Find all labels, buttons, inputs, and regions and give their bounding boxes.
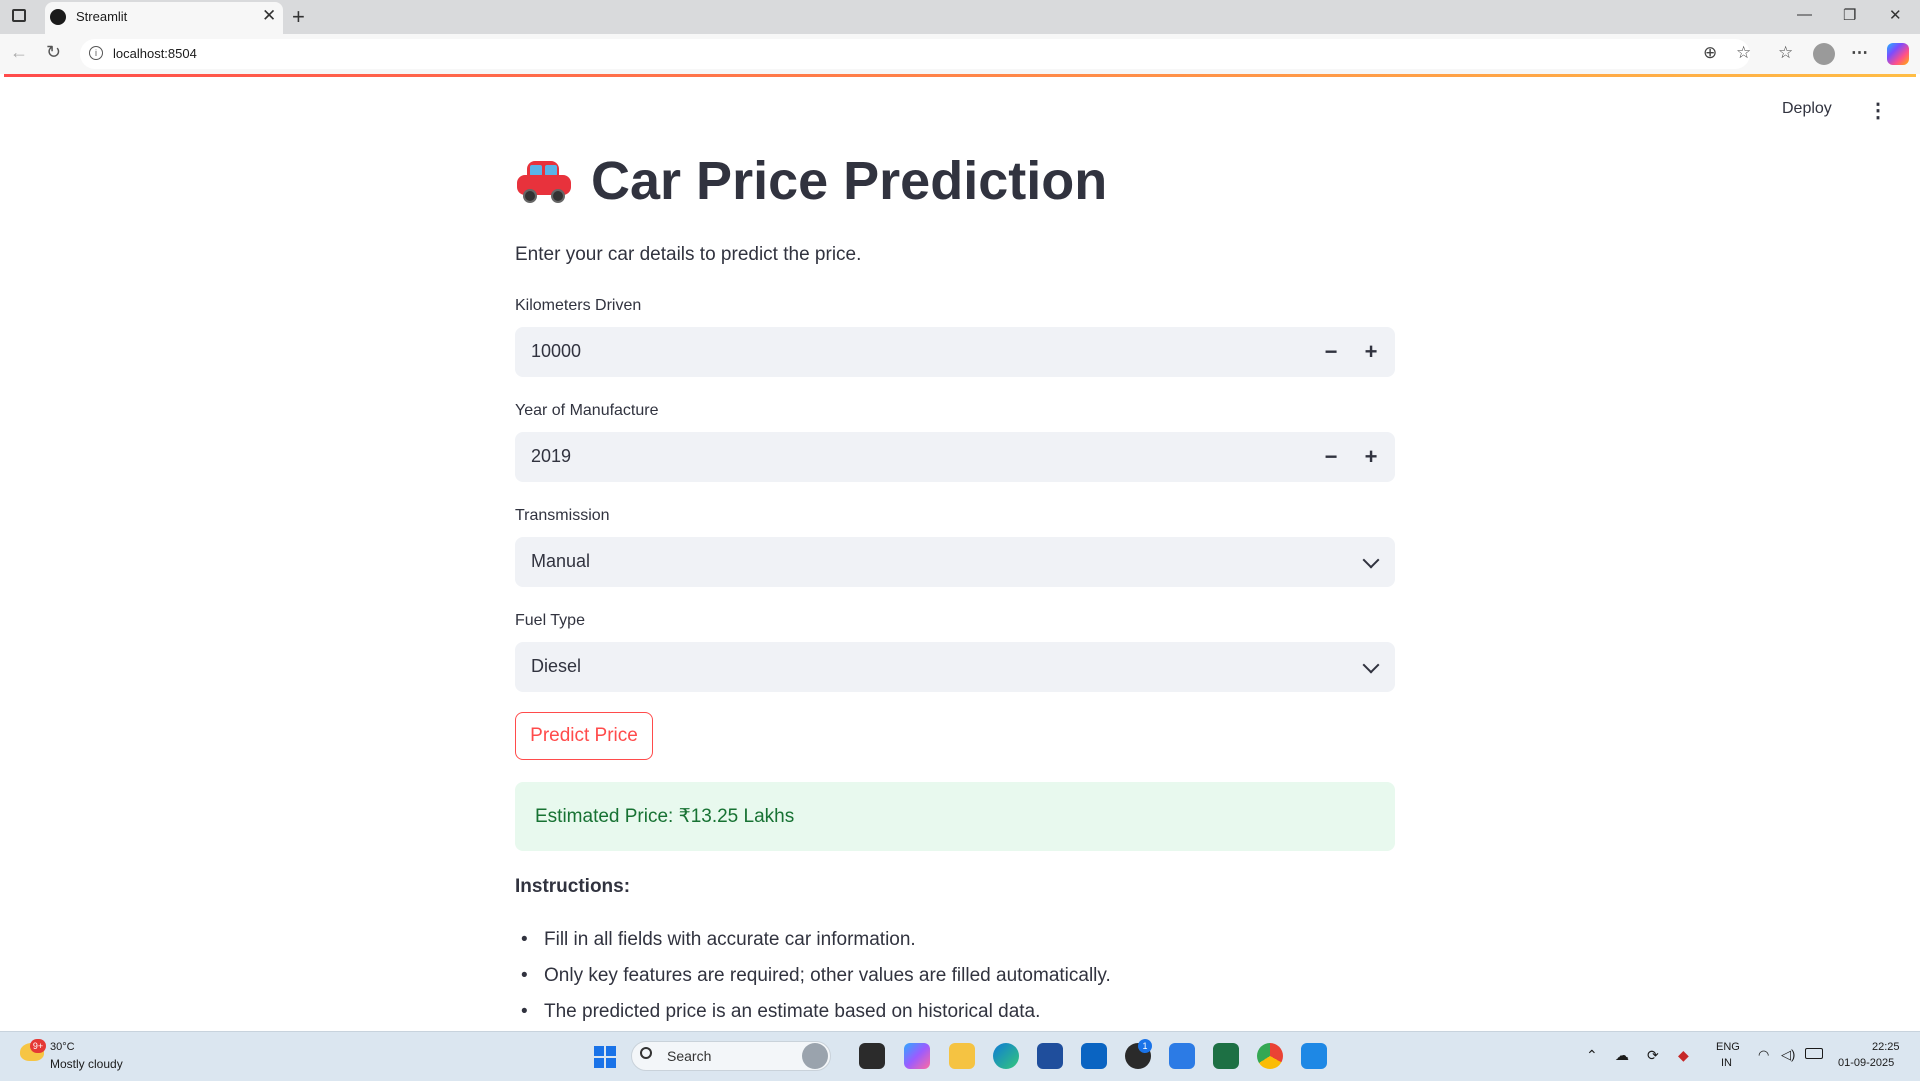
favorites-icon[interactable]: ☆: [1778, 43, 1793, 63]
clock-date[interactable]: 01-09-2025: [1838, 1057, 1894, 1069]
start-button[interactable]: [594, 1046, 616, 1068]
url-text: localhost:8504: [113, 46, 197, 61]
bullet-icon: •: [521, 965, 528, 986]
fuel-type-label: Fuel Type: [515, 612, 585, 629]
onedrive-icon[interactable]: ☁: [1615, 1047, 1629, 1064]
transmission-label: Transmission: [515, 507, 610, 524]
clock-time[interactable]: 22:25: [1872, 1041, 1900, 1053]
weather-badge: 9+: [30, 1039, 46, 1053]
notepad-icon[interactable]: [1169, 1043, 1195, 1069]
weather-temperature[interactable]: 30°C: [50, 1041, 75, 1053]
year-decrement-button[interactable]: −: [1317, 442, 1345, 472]
chevron-down-icon: [1362, 656, 1380, 674]
battery-icon[interactable]: [1805, 1048, 1823, 1059]
more-icon[interactable]: ⋯: [1851, 43, 1868, 63]
copilot-app-icon[interactable]: [904, 1043, 930, 1069]
instruction-item: The predicted price is an estimate based…: [544, 1001, 1041, 1022]
estimated-price-text: Estimated Price: ₹13.25 Lakhs: [535, 806, 795, 827]
task-view-icon[interactable]: [859, 1043, 885, 1069]
km-decrement-button[interactable]: −: [1317, 337, 1345, 367]
chevron-down-icon: [1362, 551, 1380, 569]
search-highlight-icon[interactable]: [802, 1043, 828, 1069]
instructions-heading: Instructions:: [515, 876, 631, 897]
success-alert: Estimated Price: ₹13.25 Lakhs: [515, 782, 1395, 851]
vscode-icon[interactable]: [1301, 1043, 1327, 1069]
edge-icon[interactable]: [993, 1043, 1019, 1069]
close-window-icon[interactable]: ✕: [1889, 6, 1902, 24]
url-input[interactable]: [80, 39, 1750, 69]
instruction-item: Fill in all fields with accurate car inf…: [544, 929, 916, 950]
sync-icon[interactable]: ⟳: [1647, 1047, 1659, 1064]
instruction-item: Only key features are required; other va…: [544, 965, 1111, 986]
restore-icon[interactable]: ❐: [1843, 6, 1856, 24]
zoom-icon[interactable]: ⊕: [1703, 43, 1717, 63]
car-icon: [515, 159, 573, 203]
whatsapp-badge: 1: [1138, 1039, 1152, 1053]
reload-icon[interactable]: ↻: [46, 42, 61, 63]
file-explorer-icon[interactable]: [949, 1043, 975, 1069]
weather-description[interactable]: Mostly cloudy: [50, 1057, 123, 1071]
language-code[interactable]: ENG: [1716, 1041, 1740, 1053]
chevron-up-icon[interactable]: ⌃: [1586, 1047, 1598, 1064]
tab-title: Streamlit: [76, 9, 128, 24]
bullet-icon: •: [521, 1001, 528, 1022]
volume-icon[interactable]: ◁): [1781, 1047, 1795, 1063]
km-driven-input[interactable]: 10000 − +: [515, 327, 1395, 377]
year-increment-button[interactable]: +: [1357, 442, 1385, 472]
browser-tab-strip: [0, 0, 1920, 34]
page-subtitle: Enter your car details to predict the pr…: [515, 244, 862, 265]
year-input[interactable]: 2019 − +: [515, 432, 1395, 482]
search-icon: [640, 1047, 652, 1059]
favorite-star-icon[interactable]: ☆: [1736, 43, 1751, 63]
fuel-type-value: Diesel: [531, 656, 582, 676]
back-icon[interactable]: ←: [10, 42, 28, 63]
streamlit-favicon-icon: [50, 9, 66, 25]
page-title-text: Car Price Prediction: [591, 151, 1108, 211]
site-info-icon[interactable]: i: [89, 46, 103, 60]
store-icon[interactable]: [1037, 1043, 1063, 1069]
bullet-icon: •: [521, 929, 528, 950]
taskbar-search-placeholder: Search: [667, 1048, 712, 1064]
excel-icon[interactable]: [1213, 1043, 1239, 1069]
outlook-icon[interactable]: [1081, 1043, 1107, 1069]
km-driven-label: Kilometers Driven: [515, 297, 642, 314]
transmission-value: Manual: [531, 551, 591, 571]
year-value: 2019: [531, 446, 572, 466]
region-code[interactable]: IN: [1721, 1057, 1732, 1069]
taskbar-search[interactable]: [631, 1041, 831, 1071]
year-label: Year of Manufacture: [515, 402, 659, 419]
chrome-icon[interactable]: [1257, 1043, 1283, 1069]
tab-actions-icon[interactable]: [12, 9, 26, 22]
copilot-icon[interactable]: [1887, 43, 1909, 65]
transmission-select[interactable]: Manual: [515, 537, 1395, 587]
wifi-icon[interactable]: ◠: [1758, 1047, 1769, 1063]
fuel-type-select[interactable]: Diesel: [515, 642, 1395, 692]
km-driven-value: 10000: [531, 341, 582, 361]
page-title: Car Price Prediction: [515, 150, 1107, 212]
profile-avatar[interactable]: [1813, 43, 1835, 65]
close-tab-icon[interactable]: ✕: [262, 6, 276, 26]
minimize-icon[interactable]: —: [1797, 6, 1812, 23]
km-increment-button[interactable]: +: [1357, 337, 1385, 367]
header-decoration: [4, 74, 1916, 77]
main-menu-icon[interactable]: ⋮: [1868, 98, 1888, 123]
deploy-button[interactable]: Deploy: [1782, 100, 1832, 118]
predict-price-button[interactable]: Predict Price: [515, 712, 653, 760]
new-tab-icon[interactable]: +: [292, 4, 305, 30]
tray-app-icon[interactable]: ◆: [1678, 1047, 1689, 1064]
